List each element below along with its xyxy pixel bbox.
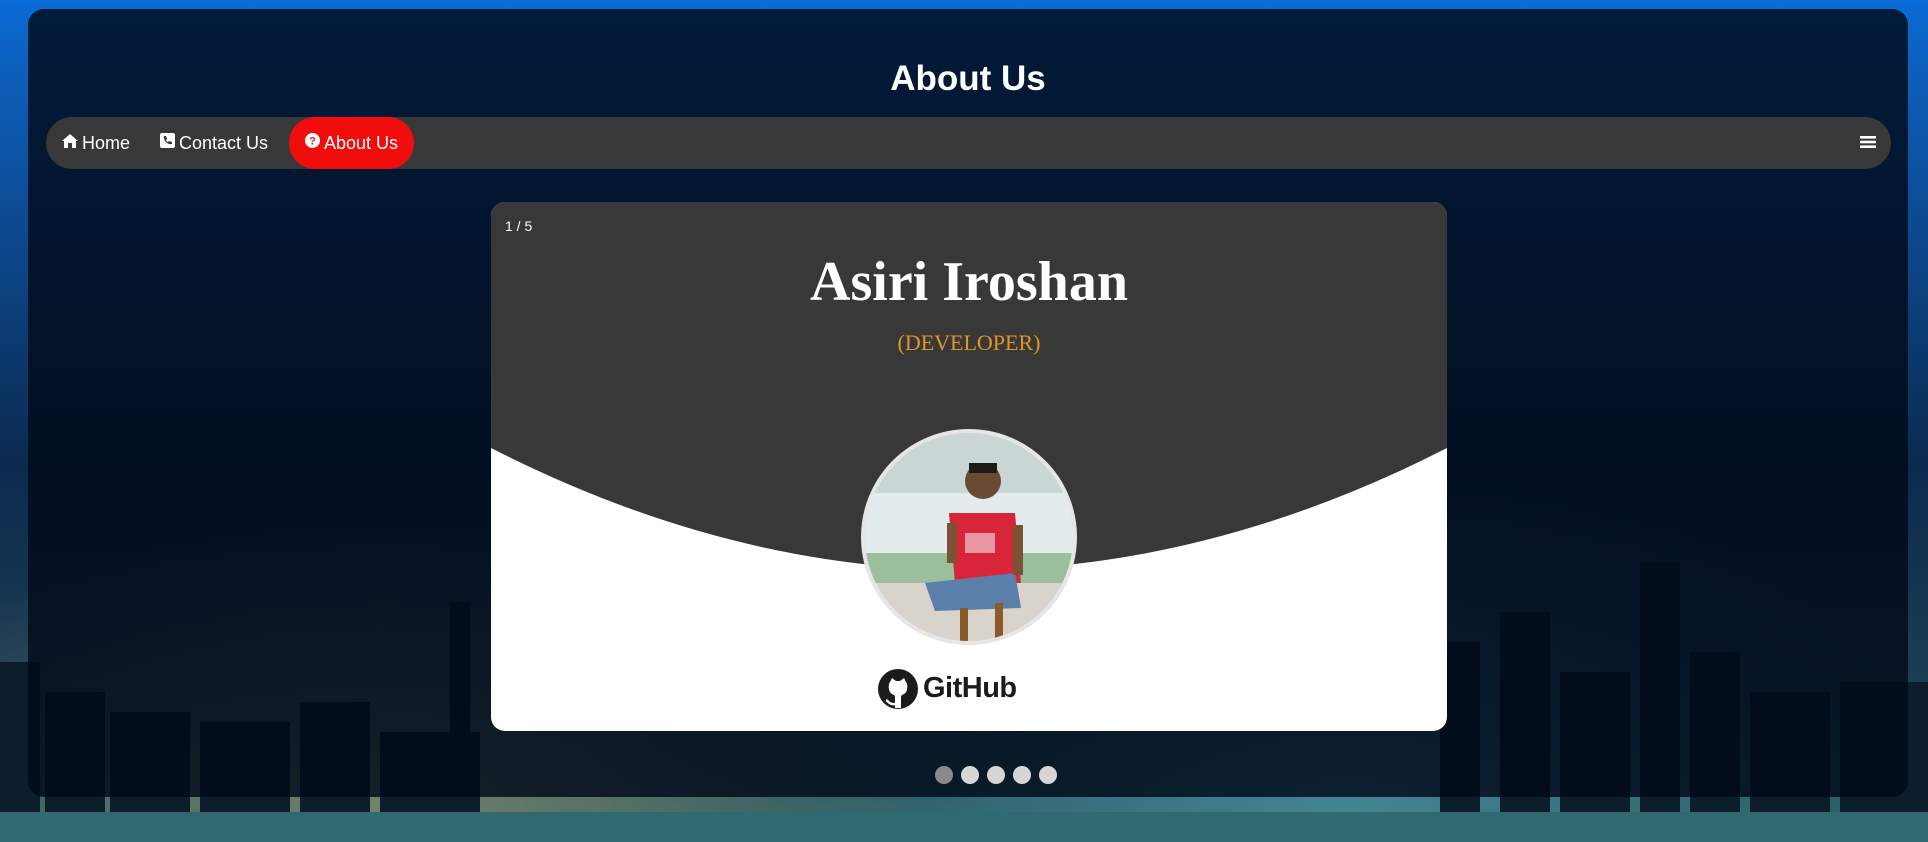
person-name: Asiri Iroshan	[810, 251, 1128, 313]
github-link[interactable]: GitHub	[877, 668, 1061, 710]
hamburger-menu-icon	[1859, 136, 1877, 155]
nav-item-about-us[interactable]: ? About Us	[289, 116, 415, 169]
slide-counter: 1 / 5	[505, 218, 533, 234]
profile-slide-card: 1 / 5 Asiri Iroshan (DEVELOPER) GitHub	[491, 202, 1447, 731]
slide-dot-2[interactable]	[961, 766, 979, 784]
nav-item-label: Home	[82, 133, 131, 153]
nav-item-label: About Us	[324, 133, 399, 153]
home-icon	[62, 116, 78, 168]
profile-photo	[861, 429, 1077, 645]
page-title: About Us	[890, 59, 1046, 98]
main-panel: About Us Home Contact Us ? About Us 1 /	[28, 9, 1908, 797]
github-label: GitHub	[923, 672, 1017, 704]
question-circle-icon: ?	[305, 116, 320, 168]
person-role: (DEVELOPER)	[897, 330, 1041, 355]
navbar: Home Contact Us ? About Us	[46, 117, 1891, 169]
slide-dot-3[interactable]	[987, 766, 1005, 784]
nav-item-label: Contact Us	[179, 133, 269, 153]
slide-dot-4[interactable]	[1013, 766, 1031, 784]
phone-icon	[160, 116, 175, 168]
slide-dot-1[interactable]	[935, 766, 953, 784]
menu-toggle-button[interactable]	[1859, 133, 1877, 151]
nav-item-home[interactable]: Home	[46, 117, 146, 169]
svg-text:?: ?	[309, 136, 316, 148]
slide-dot-5[interactable]	[1039, 766, 1057, 784]
nav-item-contact-us[interactable]: Contact Us	[144, 117, 284, 169]
